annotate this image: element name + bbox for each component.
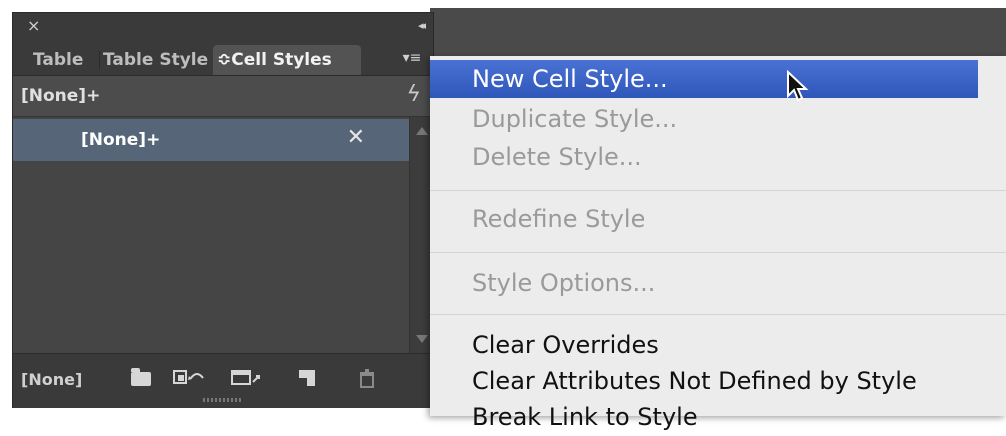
menu-item-break-link[interactable]: Break Link to Style — [430, 398, 978, 436]
style-item-label: [None]+ — [81, 130, 161, 150]
menu-separator — [430, 252, 1006, 253]
close-icon[interactable]: × — [27, 17, 40, 35]
current-style-label: [None] — [21, 370, 83, 389]
panel-tabbar: Table Table Style ≎Cell Styles ▾≡ — [13, 41, 433, 76]
app-workspace-strip — [430, 8, 1006, 56]
menu-item-duplicate-style[interactable]: Duplicate Style... — [430, 100, 978, 138]
menu-item-new-cell-style[interactable]: New Cell Style... — [430, 60, 978, 98]
mouse-pointer-icon — [787, 70, 809, 102]
menu-item-delete-style[interactable]: Delete Style... — [430, 138, 978, 176]
clear-overrides-icon[interactable]: ✕ — [347, 125, 365, 150]
tab-divider — [99, 51, 100, 69]
style-mapping-icon[interactable] — [173, 368, 205, 388]
trash-icon[interactable] — [357, 368, 379, 388]
cell-styles-panel: × ◂◂ Table Table Style ≎Cell Styles ▾≡ [… — [12, 12, 434, 408]
menu-separator — [430, 190, 1006, 191]
style-list: [None]+ ✕ — [13, 117, 409, 353]
folder-icon[interactable] — [131, 368, 151, 386]
panel-menu-icon[interactable]: ▾≡ — [401, 49, 423, 67]
list-item[interactable]: [None]+ ✕ — [13, 119, 409, 161]
resize-grip[interactable] — [203, 398, 243, 402]
menu-item-clear-attributes[interactable]: Clear Attributes Not Defined by Style — [430, 362, 978, 400]
panel-titlebar: × ◂◂ — [13, 13, 433, 41]
tab-table[interactable]: Table — [33, 45, 97, 75]
menu-item-redefine-style[interactable]: Redefine Style — [430, 200, 978, 238]
default-style-row[interactable]: [None]+ ϟ — [13, 76, 433, 117]
scroll-down-arrow-icon[interactable] — [416, 335, 428, 343]
panel-bottombar: [None] — [13, 353, 433, 408]
tab-table-styles[interactable]: Table Style — [103, 45, 213, 75]
default-style-label: [None]+ — [21, 86, 101, 106]
menu-item-style-options[interactable]: Style Options... — [430, 264, 978, 302]
new-style-icon[interactable] — [297, 368, 319, 388]
collapse-icon[interactable]: ◂◂ — [418, 19, 426, 32]
tab-cell-styles[interactable]: ≎Cell Styles — [213, 45, 361, 75]
menu-item-clear-overrides[interactable]: Clear Overrides — [430, 326, 978, 364]
new-style-group-icon[interactable] — [231, 368, 263, 388]
scroll-up-arrow-icon[interactable] — [416, 127, 428, 135]
panel-flyout-menu: New Cell Style... Duplicate Style... Del… — [430, 56, 1006, 431]
menu-separator — [430, 314, 1006, 315]
lightning-icon[interactable]: ϟ — [406, 82, 421, 107]
